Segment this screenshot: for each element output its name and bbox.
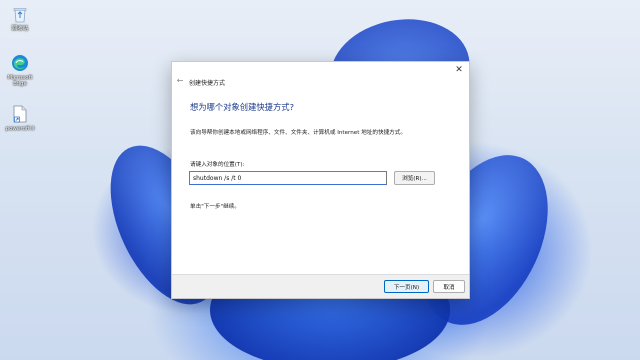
recycle-bin-icon — [10, 4, 30, 24]
close-icon[interactable]: ✕ — [453, 64, 465, 76]
desktop-icon-label: 回收站 — [11, 26, 29, 32]
location-field-label: 请键入对象的位置(T): — [190, 162, 245, 168]
edge-icon — [10, 53, 30, 73]
desktop-icon-shortcut[interactable]: poweroff.ll — [2, 104, 38, 132]
dialog-footer: 下一页(N) 取消 — [172, 274, 469, 298]
dialog-title: 创建快捷方式 — [189, 80, 226, 87]
dialog-titlebar: ← 创建快捷方式 ✕ — [172, 62, 469, 87]
desktop-icon-label: Microsoft Edge — [7, 75, 33, 87]
page-heading: 想为哪个对象创建快捷方式? — [190, 102, 294, 112]
back-arrow-icon[interactable]: ← — [175, 76, 185, 86]
desktop-icon-label: poweroff.ll — [5, 126, 35, 132]
shortcut-file-icon — [10, 104, 30, 124]
create-shortcut-dialog: ← 创建快捷方式 ✕ 想为哪个对象创建快捷方式? 该向导帮你创建本地或网络程序、… — [171, 61, 470, 299]
hint-text: 单击"下一步"继续。 — [190, 204, 240, 210]
next-button[interactable]: 下一页(N) — [384, 280, 429, 293]
desktop-icon-recycle-bin[interactable]: 回收站 — [2, 4, 38, 32]
cancel-button[interactable]: 取消 — [433, 280, 465, 293]
desktop-icon-edge[interactable]: Microsoft Edge — [2, 53, 38, 87]
intro-text: 该向导帮你创建本地或网络程序、文件、文件夹、计算机或 Internet 地址的快… — [190, 130, 406, 136]
browse-button[interactable]: 浏览(R)... — [394, 171, 435, 185]
location-input[interactable] — [189, 171, 387, 185]
